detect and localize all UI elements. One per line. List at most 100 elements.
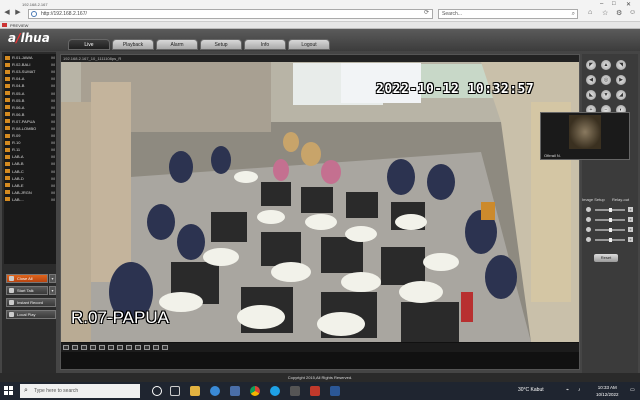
app-icon[interactable]: [310, 386, 320, 396]
camera-stream-mode[interactable]: M: [50, 119, 56, 124]
camera-list-item[interactable]: R.07-PAPUA M: [4, 118, 56, 125]
favorites-icon[interactable]: ☆: [602, 9, 608, 17]
layout-9-icon[interactable]: [81, 345, 87, 350]
ptz-up-icon[interactable]: ▲: [601, 60, 611, 70]
layout-1-icon[interactable]: [63, 345, 69, 350]
layout-36-icon[interactable]: [108, 345, 114, 350]
tab-live[interactable]: Live: [68, 39, 110, 50]
camera-list-item[interactable]: R.10 M: [4, 139, 56, 146]
tab-setup[interactable]: Setup: [200, 39, 242, 50]
snapshot-icon[interactable]: [126, 345, 132, 350]
tab-alarm[interactable]: Alarm: [156, 39, 198, 50]
ptz-right-icon[interactable]: ▶: [616, 75, 626, 85]
camera-stream-mode[interactable]: M: [50, 62, 56, 67]
camera-stream-mode[interactable]: M: [50, 98, 56, 103]
camera-feed[interactable]: 2022-10-12 10:32:57 R.07-PAPUA: [61, 62, 579, 342]
camera-stream-mode[interactable]: M: [50, 76, 56, 81]
camera-list-item[interactable]: R.01-JAWA M: [4, 54, 56, 61]
camera-list-item[interactable]: R.04-B M: [4, 82, 56, 89]
volume-icon[interactable]: ♪: [578, 387, 581, 393]
brightness-plus-icon[interactable]: +: [628, 207, 633, 212]
notification-icon[interactable]: ▭: [630, 387, 635, 393]
quality-icon[interactable]: [162, 345, 168, 350]
hue-slider[interactable]: +: [586, 237, 634, 243]
camera-stream-mode[interactable]: M: [50, 69, 56, 74]
chrome-icon[interactable]: [250, 386, 260, 396]
hue-plus-icon[interactable]: +: [628, 237, 633, 242]
maximize-icon[interactable]: □: [612, 1, 616, 7]
ptz-up-left-icon[interactable]: ◤: [586, 60, 596, 70]
taskbar-search-input[interactable]: ⌕ Type here to search: [20, 384, 140, 398]
file-explorer-icon[interactable]: [190, 386, 200, 396]
camera-list-item[interactable]: R.08-LOMBO M: [4, 125, 56, 132]
close-all-dropdown-icon[interactable]: ▾: [49, 274, 56, 283]
address-bar[interactable]: http://192.168.2.167/: [28, 9, 433, 19]
settings-gear-icon[interactable]: ⚙: [616, 9, 622, 17]
camera-list-item[interactable]: R.05-B M: [4, 97, 56, 104]
saturation-slider[interactable]: +: [586, 227, 634, 233]
camera-stream-mode[interactable]: M: [50, 91, 56, 96]
camera-stream-mode[interactable]: M: [50, 55, 56, 60]
forward-icon[interactable]: ▶: [14, 9, 22, 17]
camera-stream-mode[interactable]: M: [50, 183, 56, 188]
camera-list-item[interactable]: LAB-C M: [4, 168, 56, 175]
camera-list-item[interactable]: R.06-A M: [4, 104, 56, 111]
weather-text[interactable]: 30°C Kabut: [518, 387, 544, 393]
local-play-button[interactable]: Local Play: [6, 310, 56, 319]
ptz-down-left-icon[interactable]: ◣: [586, 90, 596, 100]
task-view-icon[interactable]: [170, 386, 180, 396]
preview-browser-tab[interactable]: PREVIEW: [0, 22, 640, 29]
browser-search-input[interactable]: Search... ⌕: [438, 9, 578, 19]
camera-list-item[interactable]: LAB-... M: [4, 196, 56, 203]
instant-record-button[interactable]: Instant Record: [6, 298, 56, 307]
record-toolbar-icon[interactable]: [135, 345, 141, 350]
ptz-up-right-icon[interactable]: ◥: [616, 60, 626, 70]
camera-stream-mode[interactable]: M: [50, 154, 56, 159]
start-talk-button[interactable]: Start Talk: [6, 286, 48, 295]
zoom-icon[interactable]: [153, 345, 159, 350]
close-all-button[interactable]: Close All: [6, 274, 48, 283]
camera-stream-mode[interactable]: M: [50, 147, 56, 152]
camera-list-item[interactable]: LAB-D M: [4, 175, 56, 182]
home-icon[interactable]: ⌂: [588, 9, 592, 16]
ptz-down-right-icon[interactable]: ◢: [616, 90, 626, 100]
tab-playback[interactable]: Playback: [112, 39, 154, 50]
layout-25-icon[interactable]: [99, 345, 105, 350]
taskbar-clock[interactable]: 10:33 AM 10/12/2022: [596, 384, 619, 398]
camera-stream-mode[interactable]: M: [50, 190, 56, 195]
camera-list-item[interactable]: R.05-A M: [4, 89, 56, 96]
camera-stream-mode[interactable]: M: [50, 112, 56, 117]
smiley-icon[interactable]: ☺: [629, 9, 636, 16]
windows-start-icon[interactable]: [4, 386, 14, 396]
close-icon[interactable]: ✕: [626, 1, 631, 8]
ie-icon[interactable]: [270, 386, 280, 396]
ptz-center-icon[interactable]: ◎: [601, 75, 611, 85]
reset-button[interactable]: Reset: [594, 254, 618, 262]
camera-list-item[interactable]: R.04-A M: [4, 75, 56, 82]
camera-stream-mode[interactable]: M: [50, 161, 56, 166]
camera-list-item[interactable]: LAB-JRGN M: [4, 189, 56, 196]
tab-info[interactable]: Info: [244, 39, 286, 50]
camera-stream-mode[interactable]: M: [50, 126, 56, 131]
brightness-slider[interactable]: +: [586, 207, 634, 213]
camera-list-item[interactable]: LAB-A M: [4, 153, 56, 160]
camera-list-item[interactable]: R.02-BALI M: [4, 61, 56, 68]
camera-list-item[interactable]: LAB-B M: [4, 160, 56, 167]
cortana-icon[interactable]: [152, 386, 162, 396]
search-icon[interactable]: ⌕: [572, 10, 575, 18]
minimize-icon[interactable]: –: [600, 1, 603, 7]
contrast-slider[interactable]: +: [586, 217, 634, 223]
contrast-knob[interactable]: [609, 218, 612, 222]
camera-list-item[interactable]: R.06-B M: [4, 111, 56, 118]
brightness-knob[interactable]: [609, 208, 612, 212]
audio-icon[interactable]: [144, 345, 150, 350]
camera-stream-mode[interactable]: M: [50, 105, 56, 110]
back-icon[interactable]: ◀: [3, 9, 11, 17]
camera-stream-mode[interactable]: M: [50, 169, 56, 174]
tab-logout[interactable]: Logout: [288, 39, 330, 50]
saturation-knob[interactable]: [609, 228, 612, 232]
ptz-left-icon[interactable]: ◀: [586, 75, 596, 85]
refresh-icon[interactable]: ⟳: [424, 9, 429, 16]
camera-stream-mode[interactable]: M: [50, 140, 56, 145]
camera-list-item[interactable]: LAB-E M: [4, 182, 56, 189]
